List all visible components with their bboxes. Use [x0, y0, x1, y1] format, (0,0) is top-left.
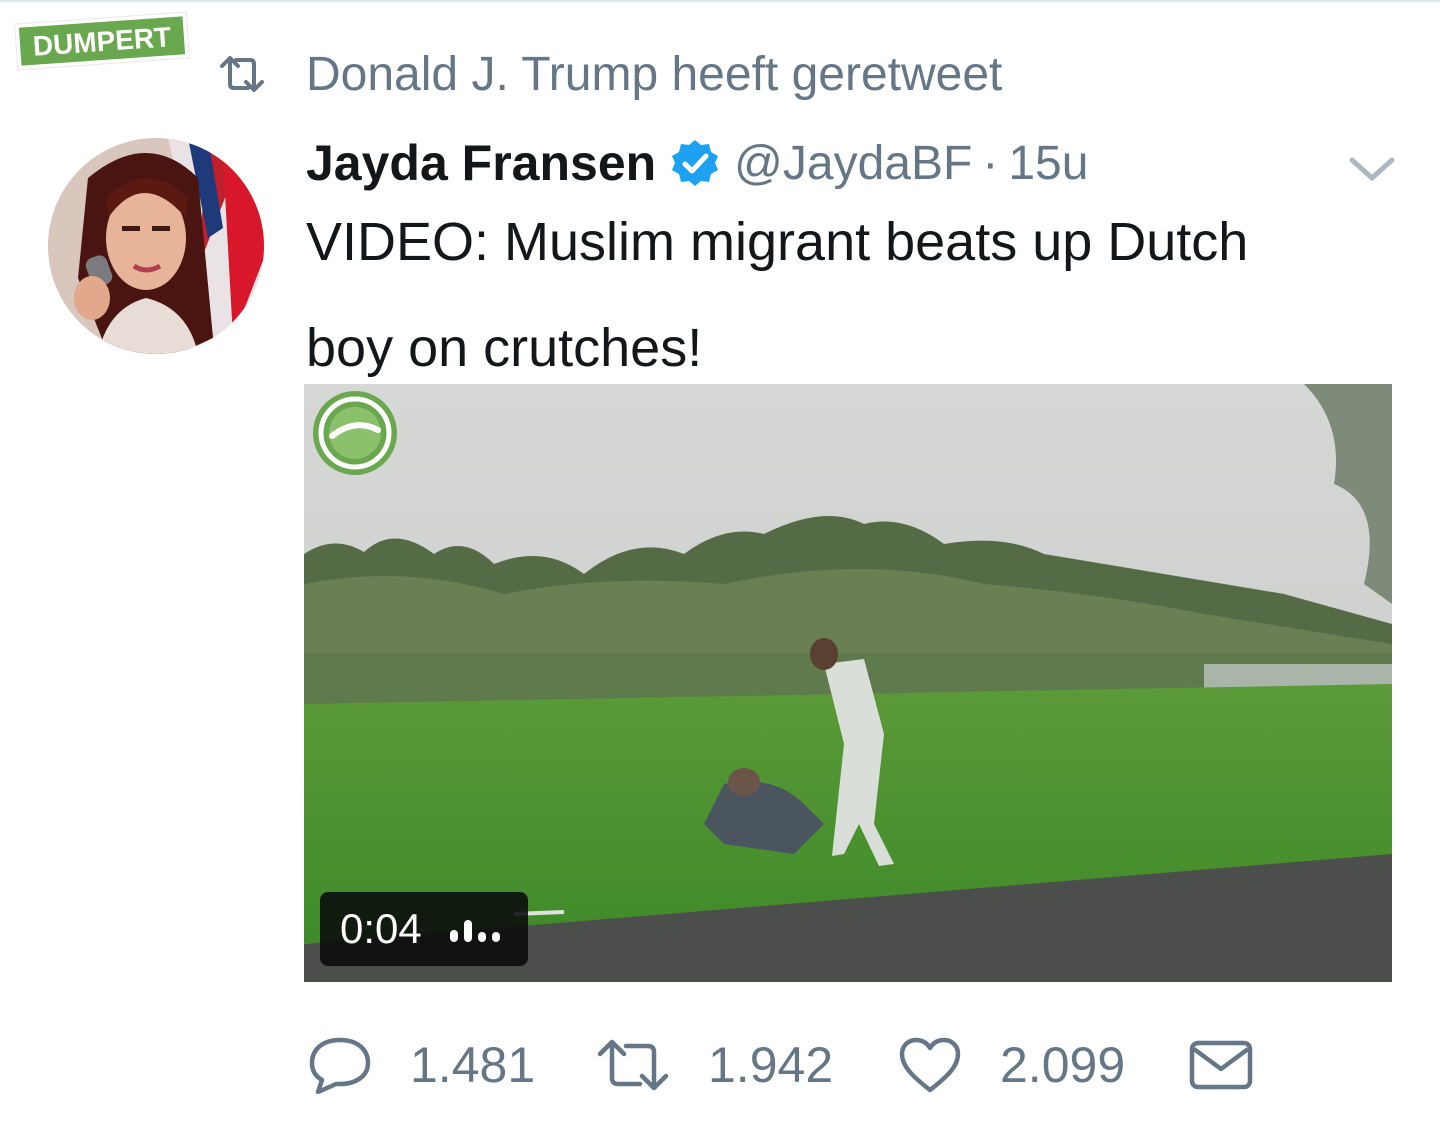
- audio-bars-icon: [449, 920, 500, 942]
- video-duration: 0:04: [340, 905, 422, 952]
- author-handle[interactable]: @JaydaBF: [734, 136, 972, 191]
- dumpert-watermark: DUMPERT: [12, 8, 191, 74]
- like-count: 2.099: [1000, 1037, 1126, 1093]
- timestamp[interactable]: 15u: [1008, 136, 1088, 191]
- envelope-icon: [1189, 1040, 1253, 1090]
- author-name[interactable]: Jayda Fransen: [306, 134, 656, 192]
- tweet-text-line: VIDEO: Muslim migrant beats up Dutch: [306, 212, 1249, 272]
- reply-count: 1.481: [410, 1037, 536, 1093]
- retweet-icon: [220, 56, 264, 92]
- direct-message-button[interactable]: [1188, 1030, 1254, 1100]
- header-separator: ·: [982, 136, 999, 190]
- avatar[interactable]: [48, 138, 264, 354]
- top-divider: [0, 0, 1440, 2]
- verified-badge-icon: [672, 140, 719, 186]
- dumpert-watermark-logo: DUMPERT: [14, 11, 190, 71]
- reply-button[interactable]: 1.481: [308, 1030, 535, 1100]
- dumpert-logo-icon: [313, 391, 397, 475]
- like-button[interactable]: 2.099: [898, 1030, 1125, 1100]
- tweet-page: DUMPERT Donald J. Trump heeft geretweet: [0, 0, 1440, 1136]
- video-player[interactable]: 0:04: [304, 384, 1392, 982]
- chevron-down-icon[interactable]: [1346, 148, 1398, 188]
- tweet-actions: 1.481 1.942 2.099: [308, 1030, 1308, 1100]
- heart-icon: [899, 1037, 961, 1093]
- retweet-button[interactable]: 1.942: [596, 1030, 833, 1100]
- video-duration-badge: 0:04: [320, 892, 528, 966]
- retweet-context[interactable]: Donald J. Trump heeft geretweet: [218, 44, 1002, 104]
- retweet-context-text: Donald J. Trump heeft geretweet: [306, 47, 1003, 101]
- retweet-count: 1.942: [708, 1037, 834, 1093]
- reply-icon: [309, 1037, 371, 1094]
- tweet-header: Jayda Fransen @JaydaBF · 15u: [306, 130, 1088, 196]
- retweet-icon: [597, 1039, 669, 1091]
- avatar-image: [48, 138, 264, 354]
